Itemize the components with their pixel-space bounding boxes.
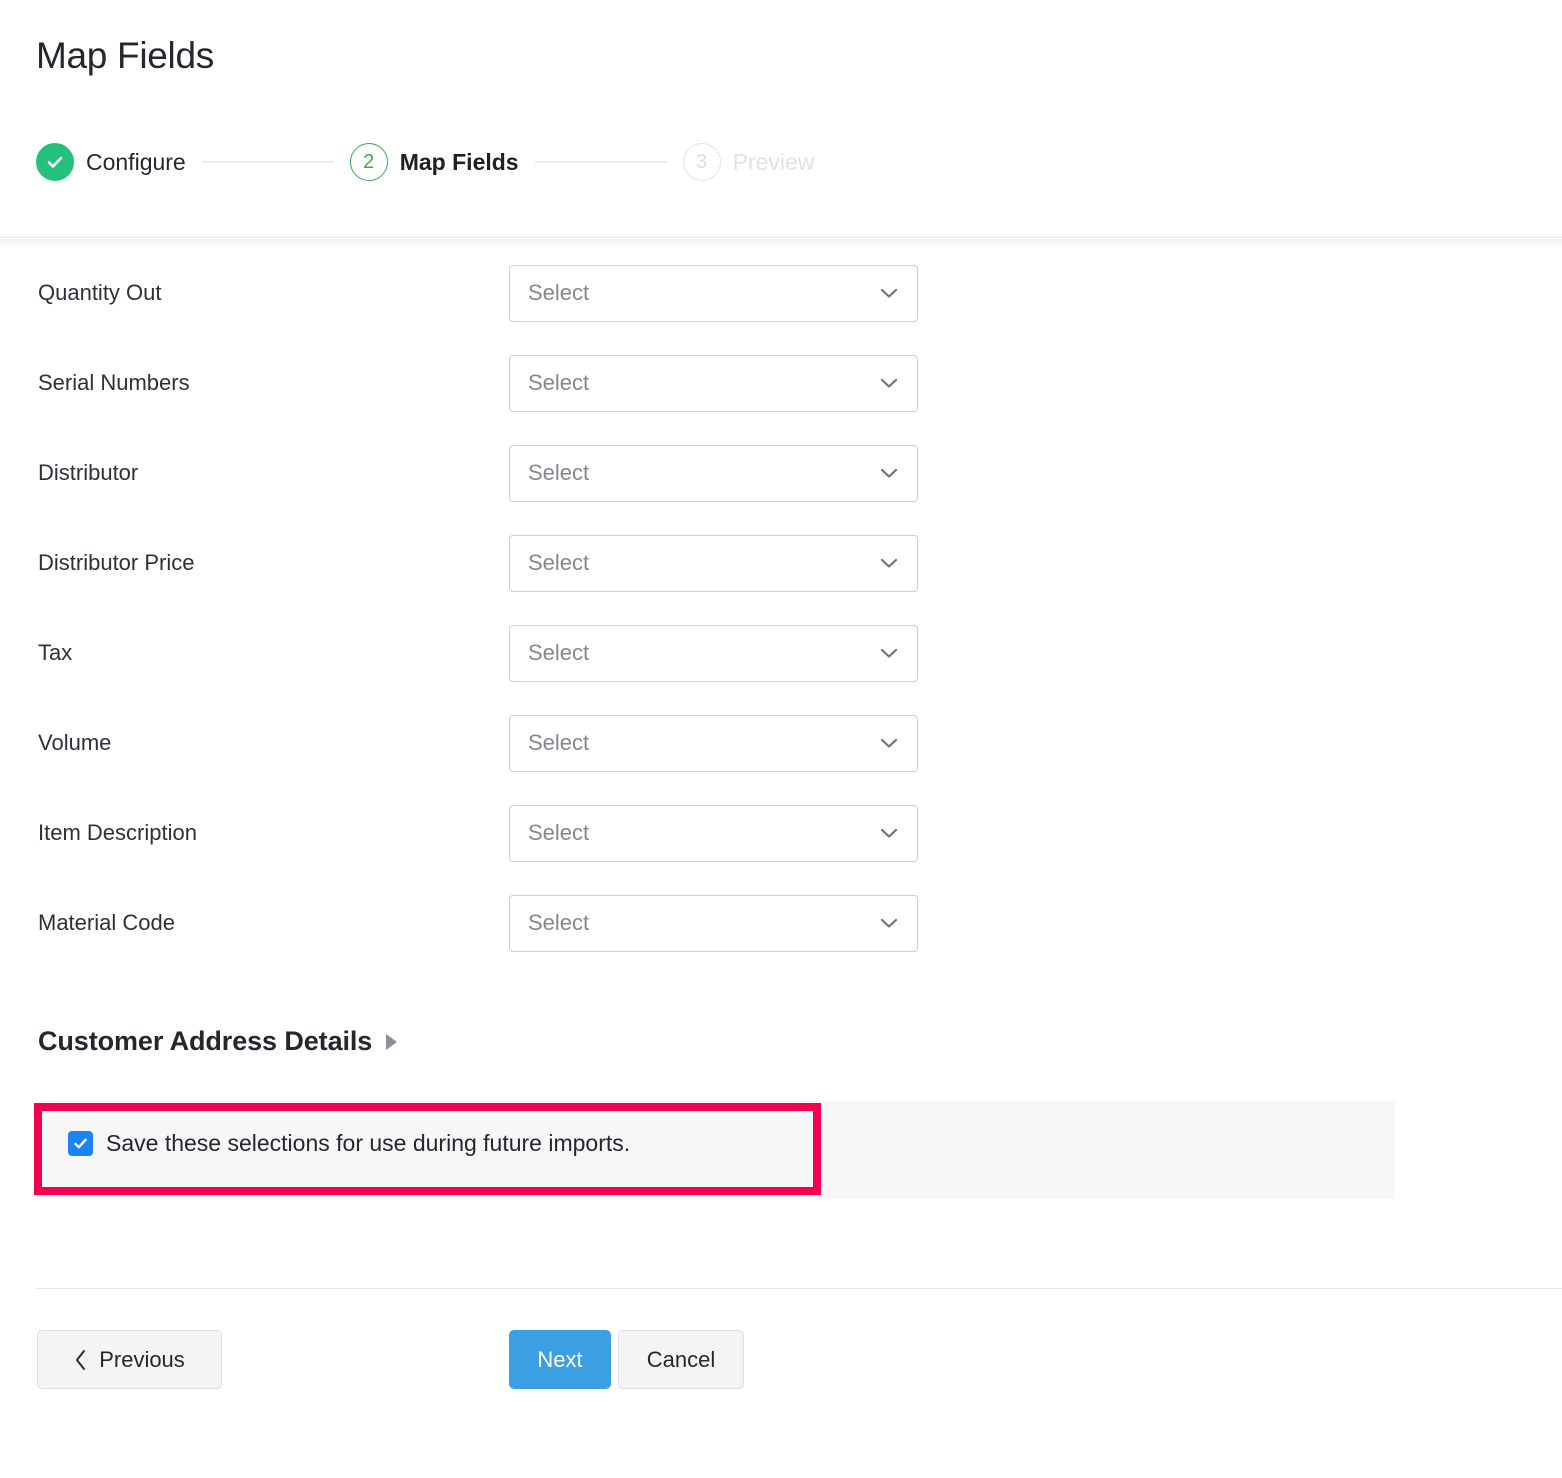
step-map-fields[interactable]: 2 Map Fields <box>350 143 519 181</box>
field-label-material-code: Material Code <box>38 910 175 936</box>
field-label-quantity-out: Quantity Out <box>38 280 162 306</box>
chevron-down-icon <box>879 377 899 389</box>
field-select-value: Select <box>528 640 879 666</box>
field-select-value: Select <box>528 370 879 396</box>
step-map-fields-label: Map Fields <box>400 149 519 176</box>
footer-divider <box>36 1288 1562 1289</box>
field-select-material-code[interactable]: Select <box>509 895 918 952</box>
field-row: Tax Select <box>0 608 1562 698</box>
chevron-down-icon <box>879 917 899 929</box>
chevron-down-icon <box>879 737 899 749</box>
previous-button-label: Previous <box>99 1347 185 1373</box>
step-configure[interactable]: Configure <box>36 143 186 181</box>
chevron-left-icon <box>74 1349 87 1371</box>
previous-button[interactable]: Previous <box>37 1330 222 1389</box>
section-heading-label: Customer Address Details <box>38 1026 372 1057</box>
field-select-value: Select <box>528 820 879 846</box>
field-label-serial-numbers: Serial Numbers <box>38 370 190 396</box>
cancel-button-label: Cancel <box>647 1347 715 1373</box>
field-row: Quantity Out Select <box>0 248 1562 338</box>
field-select-quantity-out[interactable]: Select <box>509 265 918 322</box>
field-select-value: Select <box>528 910 879 936</box>
triangle-right-icon <box>386 1034 397 1050</box>
wizard-footer: Previous Next Cancel <box>0 1330 1562 1394</box>
field-select-distributor-price[interactable]: Select <box>509 535 918 592</box>
step-map-fields-number: 2 <box>350 143 388 181</box>
field-row: Volume Select <box>0 698 1562 788</box>
section-customer-address-details[interactable]: Customer Address Details <box>38 1026 397 1057</box>
chevron-down-icon <box>879 647 899 659</box>
chevron-down-icon <box>879 467 899 479</box>
cancel-button[interactable]: Cancel <box>618 1330 744 1389</box>
next-button[interactable]: Next <box>509 1330 611 1389</box>
field-select-value: Select <box>528 730 879 756</box>
field-label-tax: Tax <box>38 640 72 666</box>
save-selections-row[interactable]: Save these selections for use during fut… <box>68 1130 630 1157</box>
field-select-value: Select <box>528 550 879 576</box>
field-select-distributor[interactable]: Select <box>509 445 918 502</box>
field-mapping-list: Quantity Out Select Serial Numbers Selec… <box>0 248 1562 968</box>
chevron-down-icon <box>879 287 899 299</box>
field-label-distributor-price: Distributor Price <box>38 550 194 576</box>
field-select-volume[interactable]: Select <box>509 715 918 772</box>
field-select-value: Select <box>528 280 879 306</box>
field-select-item-description[interactable]: Select <box>509 805 918 862</box>
field-row: Material Code Select <box>0 878 1562 968</box>
field-label-distributor: Distributor <box>38 460 138 486</box>
step-connector-1 <box>202 161 334 163</box>
field-select-value: Select <box>528 460 879 486</box>
step-preview-number: 3 <box>683 143 721 181</box>
field-row: Serial Numbers Select <box>0 338 1562 428</box>
step-preview-label: Preview <box>733 149 815 176</box>
chevron-down-icon <box>879 827 899 839</box>
page-header: Map Fields Configure 2 Map Fields <box>0 0 1562 238</box>
field-select-serial-numbers[interactable]: Select <box>509 355 918 412</box>
header-shadow <box>0 239 1562 248</box>
map-fields-page: Map Fields Configure 2 Map Fields <box>0 0 1562 1478</box>
import-wizard-stepper: Configure 2 Map Fields 3 Preview <box>36 140 814 184</box>
check-icon <box>36 143 74 181</box>
step-configure-label: Configure <box>86 149 186 176</box>
save-selections-label: Save these selections for use during fut… <box>106 1130 630 1157</box>
next-button-label: Next <box>537 1347 582 1373</box>
field-select-tax[interactable]: Select <box>509 625 918 682</box>
step-connector-2 <box>535 161 667 163</box>
save-selections-checkbox[interactable] <box>68 1131 93 1156</box>
field-row: Distributor Select <box>0 428 1562 518</box>
chevron-down-icon <box>879 557 899 569</box>
page-title: Map Fields <box>36 36 214 77</box>
step-preview[interactable]: 3 Preview <box>683 143 815 181</box>
field-row: Item Description Select <box>0 788 1562 878</box>
field-label-item-description: Item Description <box>38 820 197 846</box>
field-row: Distributor Price Select <box>0 518 1562 608</box>
field-label-volume: Volume <box>38 730 111 756</box>
